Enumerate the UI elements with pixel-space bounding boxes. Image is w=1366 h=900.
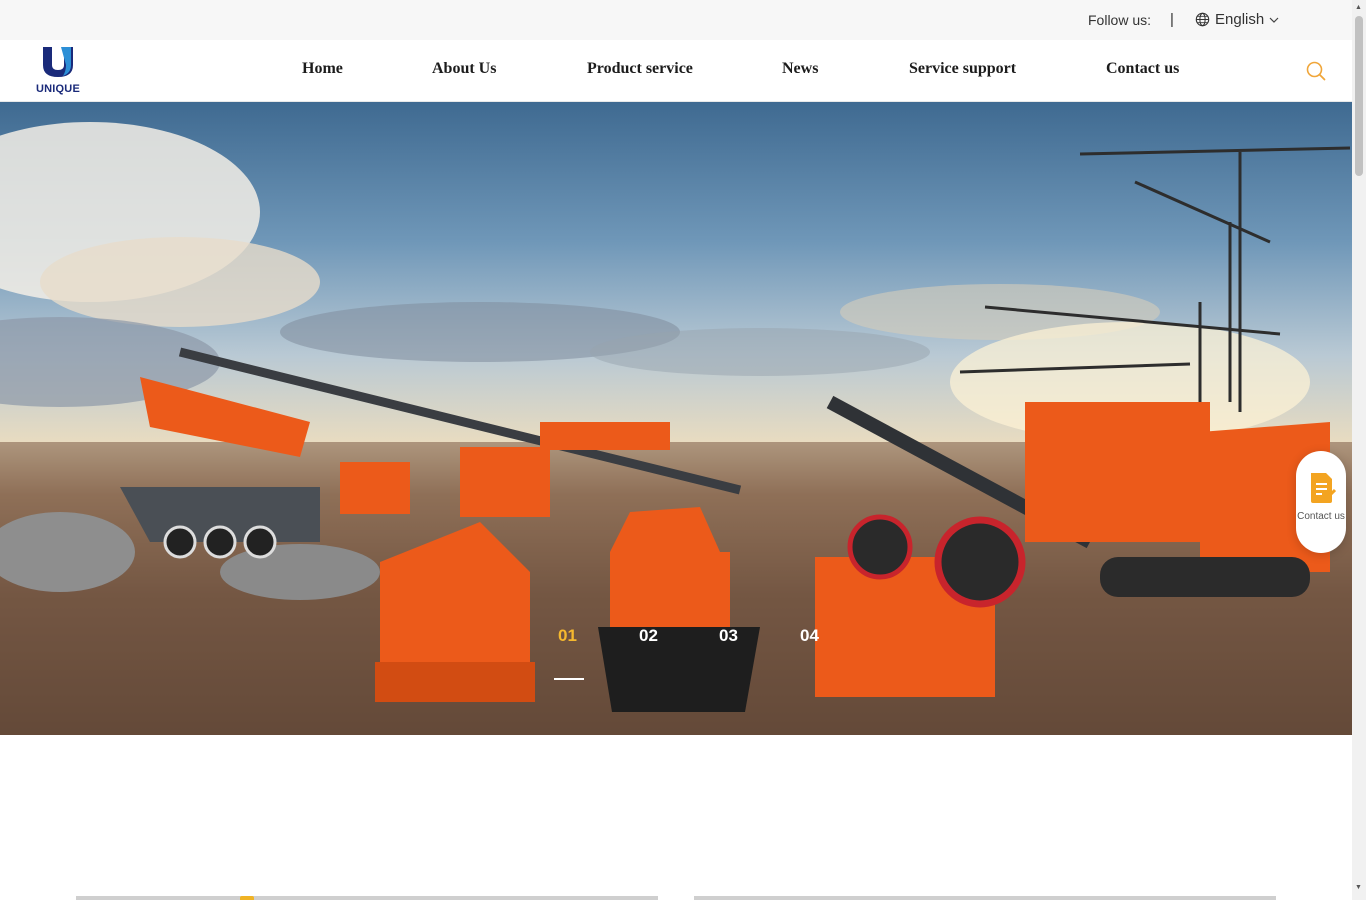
slide-indicator-2[interactable]: 02	[639, 626, 658, 646]
nav-about-us[interactable]: About Us	[432, 60, 496, 78]
follow-us-label: Follow us:	[1088, 12, 1152, 28]
language-label: English	[1215, 11, 1265, 28]
card-accent	[240, 896, 254, 900]
nav-service-support[interactable]: Service support	[909, 60, 1016, 78]
nav-product-service[interactable]: Product service	[587, 60, 693, 78]
scroll-up-icon[interactable]: ▲	[1355, 4, 1362, 11]
page-scrollbar[interactable]: ▲ ▼	[1352, 0, 1366, 900]
nav-home[interactable]: Home	[302, 60, 343, 78]
main-nav: Home About Us Product service News Servi…	[0, 40, 1352, 102]
main-header: UNIQUE Home About Us Product service New…	[0, 40, 1352, 102]
globe-icon	[1195, 12, 1210, 27]
slide-indicator-1[interactable]: 01	[558, 626, 577, 646]
floating-contact-label: Contact us	[1297, 511, 1345, 522]
search-icon[interactable]	[1305, 60, 1327, 82]
document-edit-icon	[1308, 471, 1337, 510]
scroll-down-icon[interactable]: ▼	[1355, 884, 1362, 891]
language-selector[interactable]: English	[1195, 11, 1279, 28]
slide-indicator-3[interactable]: 03	[719, 626, 738, 646]
floating-contact-button[interactable]: Contact us	[1296, 451, 1346, 553]
nav-contact-us[interactable]: Contact us	[1106, 60, 1179, 78]
nav-news[interactable]: News	[782, 60, 818, 78]
slide-indicator-4[interactable]: 04	[800, 626, 819, 646]
topbar-separator: |	[1170, 11, 1174, 28]
hero-scene-image	[0, 122, 1352, 735]
scroll-thumb[interactable]	[1355, 16, 1363, 176]
card-top-border-left	[76, 896, 658, 900]
hero-banner[interactable]: 01 02 03 04	[0, 102, 1352, 735]
chevron-down-icon	[1269, 16, 1279, 24]
top-utility-bar: Follow us: | English	[0, 0, 1352, 40]
card-top-border-right	[694, 896, 1276, 900]
